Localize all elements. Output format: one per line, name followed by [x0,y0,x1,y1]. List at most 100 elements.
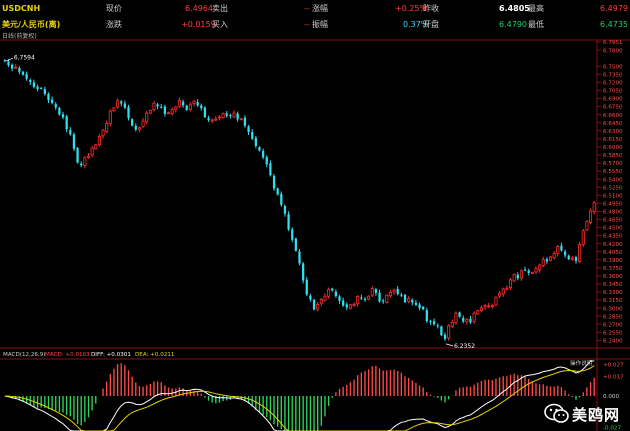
candle-body [269,163,272,176]
annotation-high: 6.7594 [14,55,35,62]
price-tick-label: 6.3900 [603,258,623,264]
candle-body [105,123,109,132]
candle-body [251,132,254,139]
candle-body [472,312,476,322]
quote-row-2: 美元/人民币(离) 涨跌 +0.0159 买入 -- 振幅 0.37% 开盘 6… [0,19,630,33]
price-chart[interactable]: 6.7951 6.7800 6.7500 6.7350 6.7200 6.7050 6.69… [0,36,630,431]
candle-body [229,115,232,117]
candle-body [462,317,465,322]
candle-body [327,289,331,297]
candle-body [36,86,39,90]
candle-body [163,106,167,114]
price-tick-label: 6.4800 [603,210,623,216]
value-prev-close: 6.4805 [499,4,530,13]
candle-body [43,89,46,94]
macd-histogram [7,363,595,431]
candle-body [123,103,127,108]
label-ask: 卖出 [212,4,228,13]
candle-body [302,263,305,281]
candle-body [436,325,439,327]
candle-body [145,112,149,123]
candle-body [556,246,560,254]
candle-body [196,102,199,106]
candle-body [585,220,589,231]
candle-body [261,150,265,158]
candle-body [287,214,290,230]
candle-body [530,272,534,275]
candle-body [291,229,294,240]
value-change: +0.0159 [181,20,216,29]
price-tick-label: 6.4650 [603,218,623,224]
candle-body [501,288,505,295]
candle-body [356,296,360,305]
candle-body [294,238,297,251]
watermark-text: 美鸥网 [572,406,621,424]
candle-body [210,119,214,122]
value-ask: -- [304,4,310,13]
candle-body [29,79,32,83]
candle-body [548,256,553,261]
candle-body [400,294,403,296]
candle-body [414,302,418,305]
price-tick-label: 6.4050 [603,250,623,256]
price-tick-label: 6.5100 [603,193,623,199]
candle-body [221,113,225,119]
candle-body [403,294,407,303]
candle-body [54,104,57,108]
candle-body [443,334,447,339]
candle-body [490,305,494,307]
price-tick-label: 6.5250 [603,185,623,191]
symbol-code[interactable]: USDCNH [2,3,40,15]
value-bid: -- [304,20,310,29]
symbol-name: 美元/人民币(离) [2,20,61,29]
price-tick-label: 6.3600 [603,274,623,280]
candle-body [552,253,556,259]
candle-body [276,188,279,195]
candle-body [32,82,36,87]
candle-body [18,68,21,72]
price-tick-label: 6.4500 [603,226,623,232]
candle-body [137,127,141,130]
label-low: 最低 [528,20,544,29]
label-high: 最高 [528,4,544,13]
candle-body [25,73,28,79]
candle-body [367,295,371,300]
candle-body [432,321,436,325]
candle-body [236,113,239,120]
annotation-arrow [5,57,13,62]
candle-body [192,100,196,105]
candle-body [58,107,61,115]
wechat-icon [544,403,569,423]
price-tick-label: 6.3150 [603,298,623,304]
price-tick-label: 6.3750 [603,266,623,272]
candle-body [217,116,221,119]
candle-body [83,157,87,167]
price-tick-label: 6.4350 [603,234,623,240]
candle-body [567,255,570,260]
candle-body [345,304,348,308]
macd-legend-item: DEA: +0.0211 [135,352,175,358]
candle-body [440,326,443,336]
price-tick-label: 6.5550 [603,169,623,175]
macd-legend-item: DIFF: +0.0301 [91,352,131,358]
price-tick-label: 6.7800 [603,48,623,54]
candle-body [454,312,458,323]
candle-body [396,288,399,294]
label-prev-close: 昨收 [423,4,439,13]
candle-body [316,304,320,310]
candle-body [265,157,268,165]
price-tick-label: 6.5850 [603,153,623,159]
candle-body [422,306,425,310]
candle-body [76,147,79,163]
price-tick-label: 6.6900 [603,97,623,103]
price-tick-label: 6.7500 [603,64,623,70]
label-change: 涨跌 [106,20,122,29]
candle-body [97,136,101,146]
candle-body [348,304,352,309]
price-tick-label: 6.2700 [603,322,623,328]
price-tick-label: 6.6000 [603,145,623,151]
candle-body [21,71,25,75]
candle-body [469,318,472,323]
price-tick-label: 6.2550 [603,330,623,336]
candle-body [385,294,389,303]
